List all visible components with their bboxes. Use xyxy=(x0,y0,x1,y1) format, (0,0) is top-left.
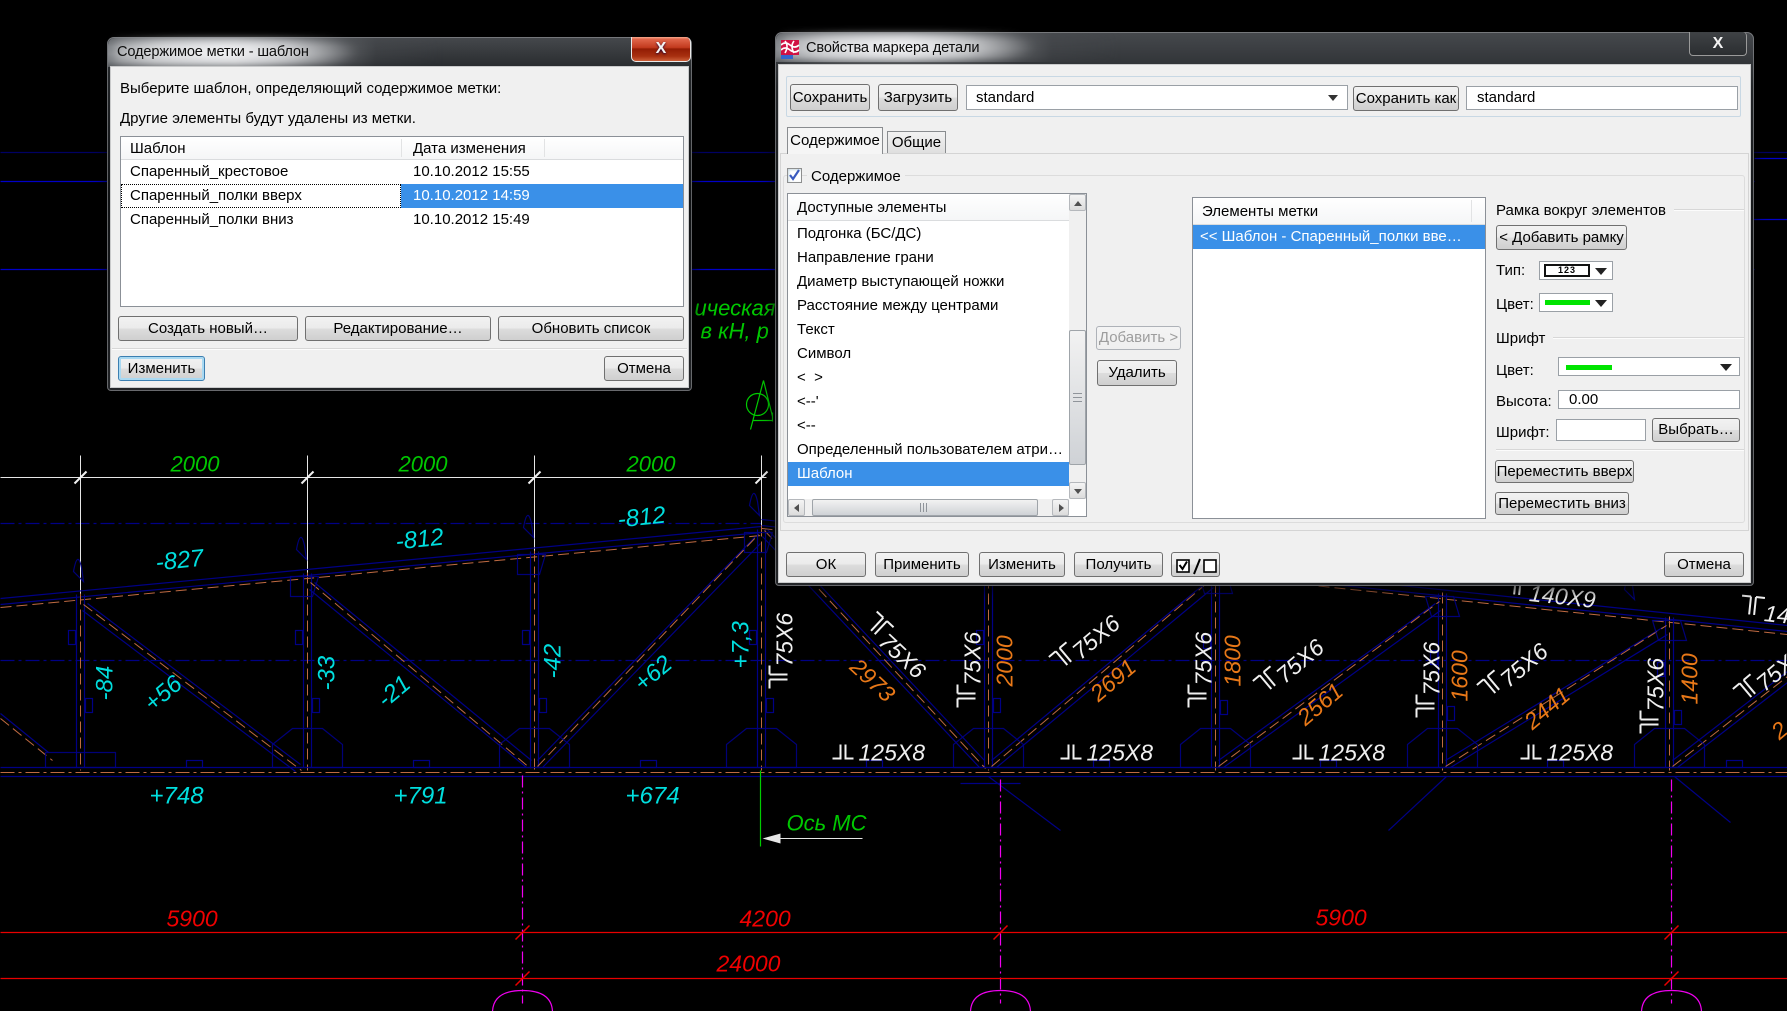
svg-text:2: 2 xyxy=(1765,716,1787,745)
svg-text:125X8: 125X8 xyxy=(859,740,926,766)
svg-text:140: 140 xyxy=(1763,600,1787,630)
svg-text:-84: -84 xyxy=(92,666,119,701)
svg-text:75X6: 75X6 xyxy=(1067,610,1125,665)
svg-text:-21: -21 xyxy=(372,670,416,713)
svg-text:+62: +62 xyxy=(629,650,678,697)
svg-text:75X6: 75X6 xyxy=(1419,642,1445,696)
svg-text:+7,3: +7,3 xyxy=(728,620,755,668)
svg-text:125X8: 125X8 xyxy=(1319,740,1386,766)
svg-text:ическая: ическая xyxy=(695,296,776,321)
svg-text:-812: -812 xyxy=(394,524,445,556)
svg-text:2441: 2441 xyxy=(1518,682,1575,735)
svg-text:2000: 2000 xyxy=(626,452,677,477)
svg-text:1600: 1600 xyxy=(1447,650,1473,701)
svg-text:1400: 1400 xyxy=(1677,653,1703,704)
svg-text:125X8: 125X8 xyxy=(1087,740,1154,766)
svg-text:2561: 2561 xyxy=(1291,678,1348,731)
svg-text:75X6: 75X6 xyxy=(960,632,986,686)
svg-text:-42: -42 xyxy=(540,644,567,679)
svg-text:1800: 1800 xyxy=(1220,635,1246,686)
svg-text:+56: +56 xyxy=(139,670,188,717)
svg-text:125X8: 125X8 xyxy=(1547,740,1614,766)
svg-text:-827: -827 xyxy=(154,544,206,576)
svg-text:75X6: 75X6 xyxy=(1495,638,1553,693)
svg-text:75X6: 75X6 xyxy=(1191,632,1217,686)
svg-text:4200: 4200 xyxy=(740,906,791,932)
svg-text:5900: 5900 xyxy=(167,906,218,932)
svg-text:75X6: 75X6 xyxy=(1643,658,1669,712)
svg-text:75X6: 75X6 xyxy=(1751,642,1787,697)
svg-text:-812: -812 xyxy=(616,502,667,534)
svg-text:2691: 2691 xyxy=(1084,654,1141,707)
svg-text:+748: +748 xyxy=(150,783,205,810)
svg-text:Ось МС: Ось МС xyxy=(787,811,867,836)
svg-text:2000: 2000 xyxy=(992,635,1018,687)
svg-text:+674: +674 xyxy=(626,783,680,810)
svg-text:+791: +791 xyxy=(394,783,448,810)
svg-text:2000: 2000 xyxy=(398,452,449,477)
svg-text:75X6: 75X6 xyxy=(772,613,798,667)
svg-text:-33: -33 xyxy=(314,655,341,690)
svg-text:в кН, р: в кН, р xyxy=(701,319,769,344)
svg-text:2000: 2000 xyxy=(170,452,221,477)
svg-text:5900: 5900 xyxy=(1316,905,1367,931)
svg-text:24000: 24000 xyxy=(716,951,781,977)
